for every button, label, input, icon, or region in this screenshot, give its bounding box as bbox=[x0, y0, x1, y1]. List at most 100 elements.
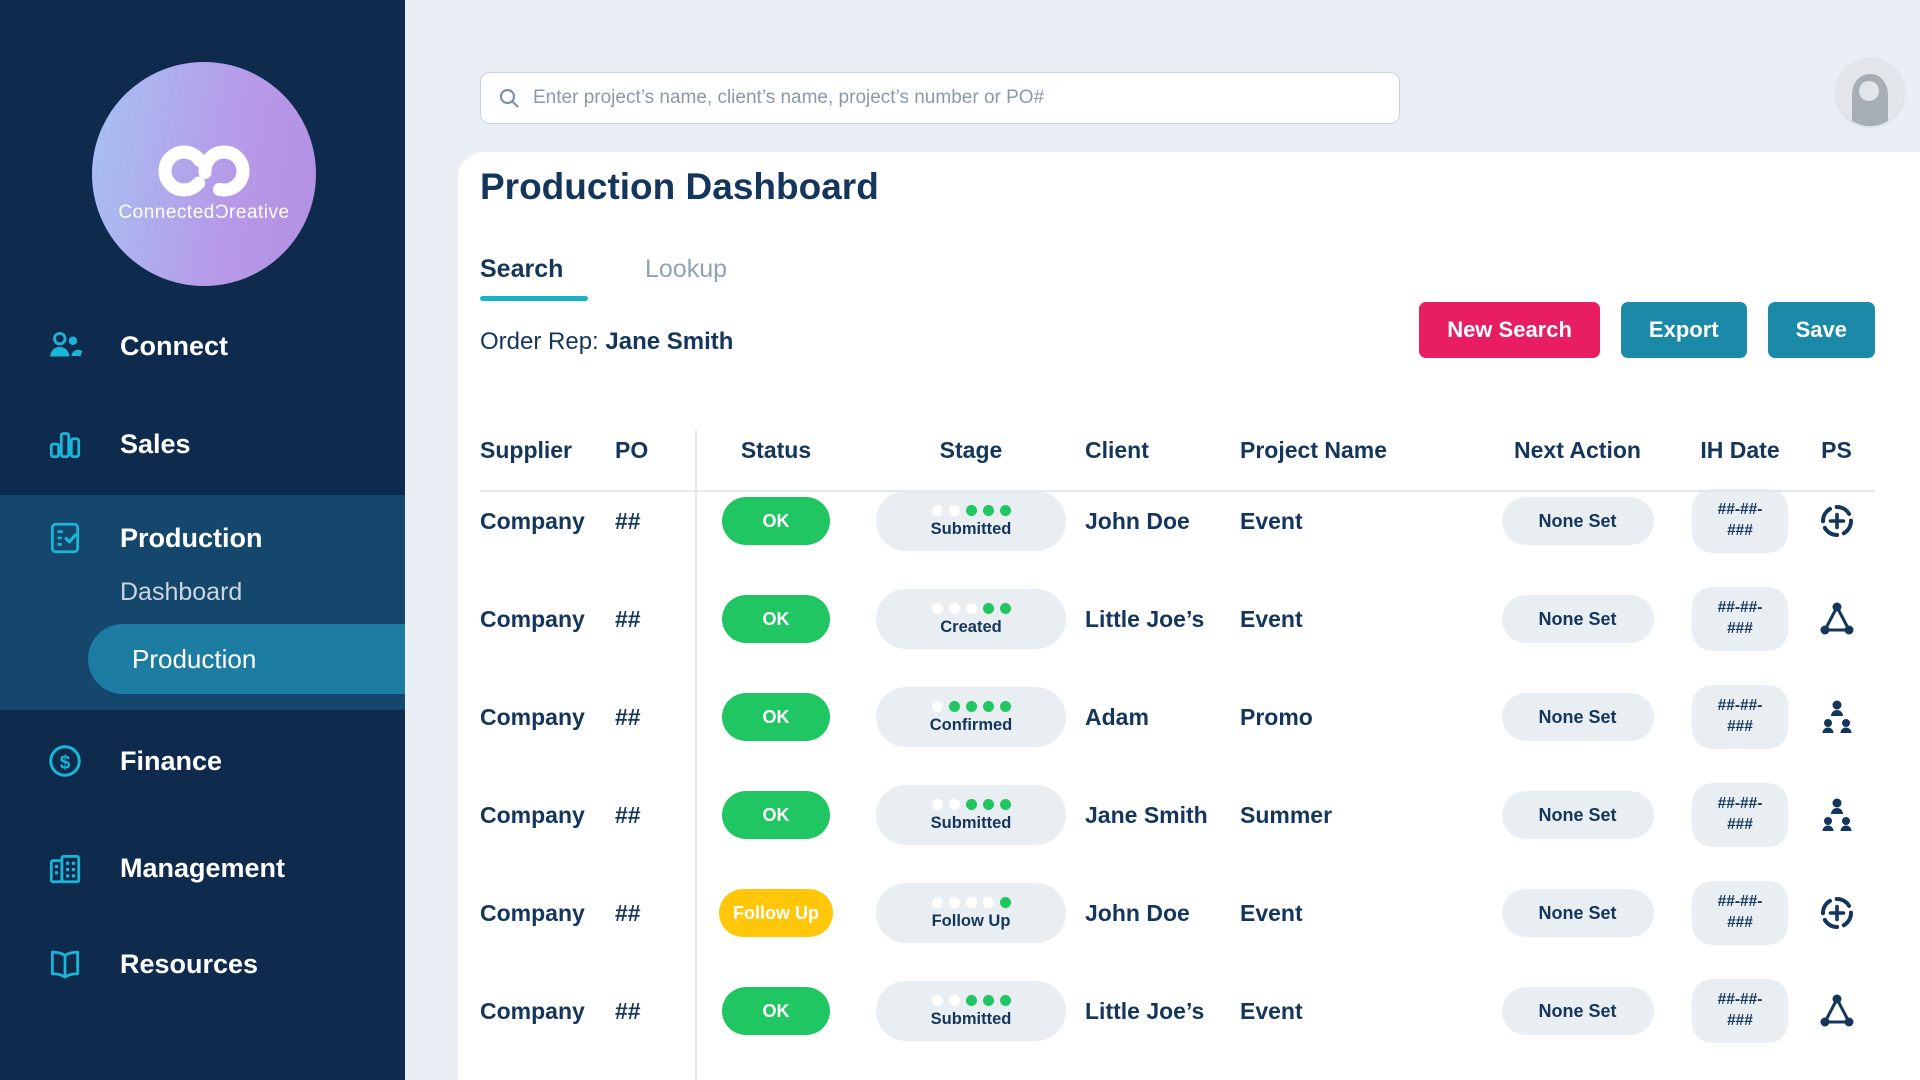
sidebar-item-management[interactable]: Management bbox=[0, 842, 405, 894]
po-cell: ## bbox=[615, 507, 641, 534]
sidebar-item-sales[interactable]: Sales bbox=[0, 418, 405, 470]
client-cell: Jane Smith bbox=[1085, 801, 1208, 828]
user-avatar[interactable] bbox=[1836, 58, 1904, 126]
export-button[interactable]: Export bbox=[1620, 302, 1747, 358]
sidebar-subitem-dashboard[interactable]: Dashboard bbox=[120, 578, 242, 607]
save-button[interactable]: Save bbox=[1767, 302, 1875, 358]
next-action-pill[interactable]: None Set bbox=[1501, 693, 1654, 741]
ih-date-cell: ##-##- ### bbox=[1692, 685, 1788, 749]
sidebar-item-finance[interactable]: $ Finance bbox=[0, 735, 405, 787]
order-rep-name: Jane Smith bbox=[605, 328, 734, 355]
next-action-pill[interactable]: None Set bbox=[1501, 889, 1654, 937]
brand-logo[interactable]: ConnectedƆreative bbox=[92, 62, 316, 286]
stage-dot-active bbox=[999, 994, 1011, 1006]
po-cell: ## bbox=[615, 703, 641, 730]
stage-dot-inactive bbox=[982, 896, 994, 908]
stage-dot-active bbox=[965, 798, 977, 810]
next-action-pill[interactable]: None Set bbox=[1501, 987, 1654, 1035]
sidebar-item-label: Sales bbox=[120, 428, 191, 459]
stage-progress-dots bbox=[931, 602, 1011, 614]
global-search bbox=[480, 72, 1400, 124]
ih-date-cell: ##-##- ### bbox=[1692, 587, 1788, 651]
ih-date-line1: ##-##- bbox=[1717, 501, 1763, 519]
search-input[interactable] bbox=[533, 87, 1383, 109]
ps-cell[interactable] bbox=[1817, 501, 1857, 541]
stage-progress-dots bbox=[931, 798, 1011, 810]
stage-dot-active bbox=[965, 994, 977, 1006]
stage-progress-dots bbox=[931, 504, 1011, 516]
stage-dot-active bbox=[999, 602, 1011, 614]
project-cell: Event bbox=[1240, 899, 1303, 926]
sidebar-item-production[interactable]: Production bbox=[0, 512, 405, 564]
stage-dot-inactive bbox=[948, 798, 960, 810]
ps-cell[interactable] bbox=[1817, 697, 1857, 737]
tab-search[interactable]: Search bbox=[480, 255, 563, 284]
sidebar-subitem-production-active[interactable]: Production bbox=[88, 624, 405, 694]
ps-cell[interactable] bbox=[1817, 795, 1857, 835]
dollar-circle-icon: $ bbox=[46, 742, 84, 780]
stage-dot-active bbox=[982, 994, 994, 1006]
ih-date-line1: ##-##- bbox=[1717, 697, 1763, 715]
project-cell: Event bbox=[1240, 997, 1303, 1024]
ps-cell[interactable] bbox=[1817, 599, 1857, 639]
ih-date-line1: ##-##- bbox=[1717, 599, 1763, 617]
ps-cell[interactable] bbox=[1817, 991, 1857, 1031]
new-search-button[interactable]: New Search bbox=[1419, 302, 1600, 358]
tab-lookup[interactable]: Lookup bbox=[645, 255, 727, 284]
ih-date-line1: ##-##- bbox=[1717, 795, 1763, 813]
stage-pill: Submitted bbox=[876, 785, 1066, 845]
table-row[interactable]: Company ## OK Submitted Little Joe’s Eve… bbox=[480, 962, 1878, 1060]
col-project-name: Project Name bbox=[1240, 436, 1388, 463]
col-client: Client bbox=[1085, 436, 1149, 463]
col-supplier: Supplier bbox=[480, 436, 573, 463]
stage-dot-inactive bbox=[931, 798, 943, 810]
ih-date-cell: ##-##- ### bbox=[1692, 489, 1788, 553]
table-row[interactable]: Company ## OK Confirmed Adam Promo None … bbox=[480, 668, 1878, 766]
col-po: PO bbox=[615, 436, 649, 463]
project-cell: Summer bbox=[1240, 801, 1333, 828]
stage-label: Submitted bbox=[930, 1009, 1012, 1028]
client-cell: John Doe bbox=[1085, 899, 1190, 926]
stage-dot-inactive bbox=[931, 994, 943, 1006]
people-group-icon bbox=[1822, 798, 1851, 831]
stage-pill: Submitted bbox=[876, 491, 1066, 551]
people-icon bbox=[46, 327, 84, 365]
status-badge: Follow Up bbox=[719, 889, 833, 937]
client-cell: Adam bbox=[1085, 703, 1149, 730]
table-row[interactable]: Company ## OK Submitted Jane Smith Summe… bbox=[480, 766, 1878, 864]
ih-date-line2: ### bbox=[1727, 718, 1753, 735]
col-status: Status bbox=[740, 436, 812, 463]
stage-progress-dots bbox=[931, 700, 1011, 712]
po-cell: ## bbox=[615, 997, 641, 1024]
sidebar-item-resources[interactable]: Resources bbox=[0, 938, 405, 990]
sidebar-item-label: Finance bbox=[120, 745, 223, 776]
ih-date-line2: ### bbox=[1727, 816, 1753, 833]
triangle-network-icon bbox=[1820, 994, 1853, 1027]
next-action-pill[interactable]: None Set bbox=[1501, 791, 1654, 839]
stage-dot-active bbox=[999, 896, 1011, 908]
next-action-pill[interactable]: None Set bbox=[1501, 497, 1654, 545]
stage-dot-active bbox=[948, 700, 960, 712]
next-action-pill[interactable]: None Set bbox=[1501, 595, 1654, 643]
svg-text:$: $ bbox=[60, 752, 71, 773]
client-cell: Little Joe’s bbox=[1085, 997, 1205, 1024]
stage-dot-active bbox=[999, 700, 1011, 712]
project-cell: Promo bbox=[1240, 703, 1313, 730]
table-row[interactable]: Company ## Follow Up Follow Up John Doe … bbox=[480, 864, 1878, 962]
ih-date-line2: ### bbox=[1727, 1012, 1753, 1029]
brand-name: ConnectedƆreative bbox=[118, 202, 290, 223]
sidebar-item-label: Management bbox=[120, 852, 286, 883]
supplier-cell: Company bbox=[480, 899, 585, 926]
target-add-icon bbox=[1820, 505, 1853, 537]
clipboard-check-icon bbox=[46, 519, 84, 557]
sidebar-item-connect[interactable]: Connect bbox=[0, 320, 405, 372]
order-rep-label: Order Rep: bbox=[480, 328, 599, 355]
ps-cell[interactable] bbox=[1817, 893, 1857, 933]
stage-dot-active bbox=[982, 798, 994, 810]
table-row[interactable]: Company ## OK Submitted John Doe Event N… bbox=[480, 472, 1878, 570]
action-buttons: New Search Export Save bbox=[1419, 302, 1875, 358]
stage-progress-dots bbox=[931, 994, 1011, 1006]
status-badge: OK bbox=[722, 791, 830, 839]
table-row[interactable]: Company ## OK Created Little Joe’s Event… bbox=[480, 570, 1878, 668]
po-cell: ## bbox=[615, 801, 641, 828]
